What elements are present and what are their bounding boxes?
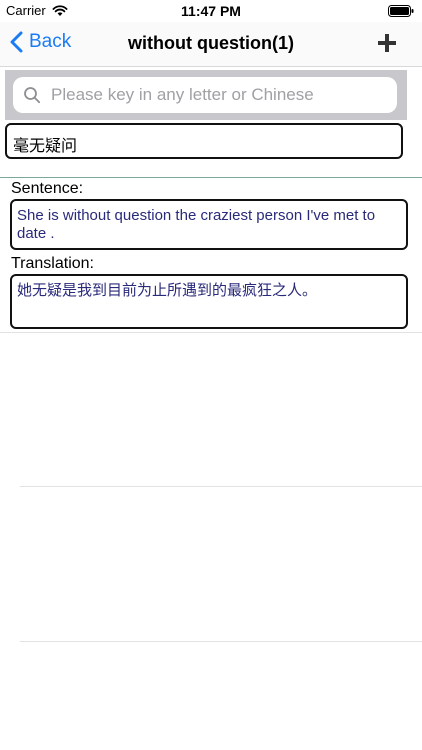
status-bar: Carrier 11:47 PM <box>0 0 422 22</box>
plus-icon[interactable] <box>374 30 400 56</box>
battery-icon <box>388 5 414 17</box>
translation-label: Translation: <box>11 255 94 272</box>
back-button[interactable]: Back <box>10 31 71 53</box>
search-input[interactable] <box>49 84 383 106</box>
search-icon <box>24 87 41 104</box>
sentence-field[interactable]: She is without question the craziest per… <box>10 199 408 250</box>
search-field[interactable] <box>13 77 397 113</box>
section-divider <box>0 177 422 178</box>
back-label: Back <box>29 31 72 52</box>
meaning-field[interactable]: 毫无疑问 <box>5 123 403 159</box>
row-separator <box>20 641 422 642</box>
row-separator <box>0 332 422 333</box>
navigation-bar: Back without question(1) <box>0 22 422 67</box>
chevron-left-icon <box>10 31 23 53</box>
search-bar <box>5 70 407 120</box>
row-separator <box>20 486 422 487</box>
translation-field[interactable]: 她无疑是我到目前为止所遇到的最疯狂之人。 <box>10 274 408 329</box>
app-screen: Carrier 11:47 PM Back without question(1… <box>0 0 422 750</box>
page-title: without question(1) <box>128 33 294 53</box>
status-time: 11:47 PM <box>181 3 241 19</box>
sentence-label: Sentence: <box>11 180 84 197</box>
